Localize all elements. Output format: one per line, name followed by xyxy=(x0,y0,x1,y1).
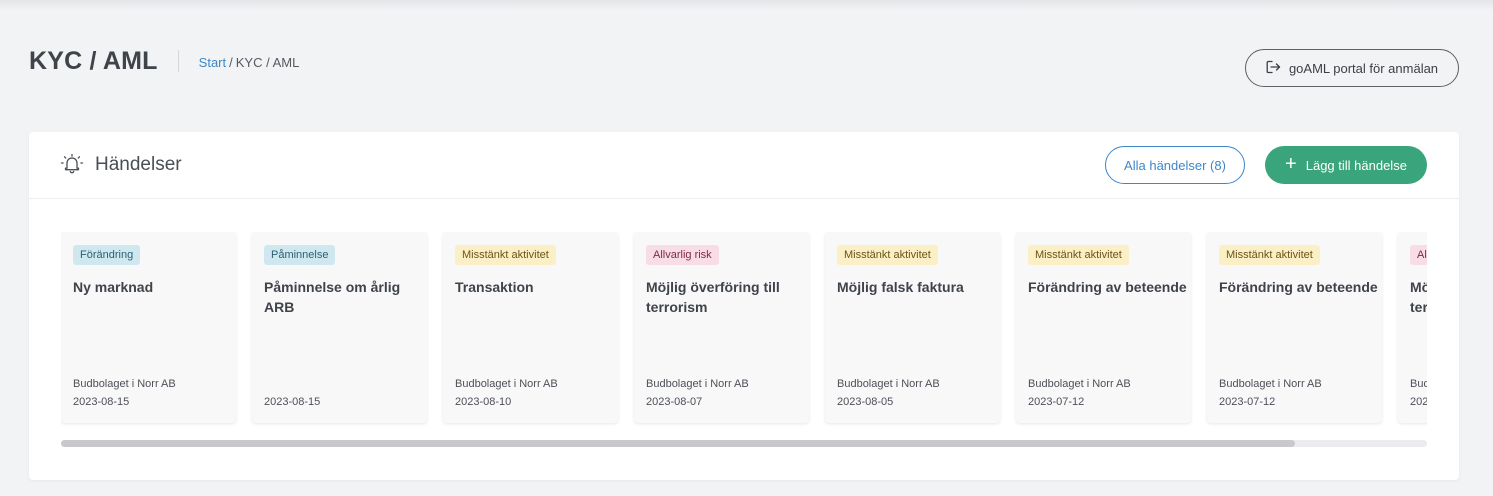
breadcrumb-current: KYC / AML xyxy=(235,54,300,70)
events-panel-header: Händelser Alla händelser (8) + Lägg till… xyxy=(29,132,1459,199)
event-tag: Misstänkt aktivitet xyxy=(455,245,556,265)
logout-arrow-icon xyxy=(1266,60,1281,77)
event-title: Påminnelse om årlig ARB xyxy=(264,279,401,315)
horizontal-scrollbar[interactable] xyxy=(61,440,1427,447)
event-tag: Misstänkt aktivitet xyxy=(1219,245,1320,265)
top-shadow xyxy=(0,0,1493,10)
event-card[interactable]: Misstänkt aktivitet Transaktion Budbolaget… xyxy=(443,232,618,423)
event-company: Budbolaget i Norr AB xyxy=(837,378,940,390)
events-carousel[interactable]: Förändring Ny marknad Budbolaget i Norr AB… xyxy=(61,232,1427,428)
event-tag: Förändring xyxy=(73,245,141,265)
title-divider xyxy=(177,50,179,72)
event-date: 2023-08-07 xyxy=(646,396,703,408)
add-event-label: Lägg till händelse xyxy=(1305,157,1407,173)
event-card[interactable]: Misstänkt aktivitet Förändring av beteend… xyxy=(1016,232,1191,423)
event-company: Budbolaget i Norr AB xyxy=(1219,378,1322,390)
event-tag: Misstänkt aktivitet xyxy=(1028,245,1129,265)
events-panel-title: Händelser xyxy=(95,154,182,175)
event-card[interactable]: Misstänkt aktivitet Möjlig falsk faktura B… xyxy=(825,232,1000,423)
event-tag: Misstänkt aktivitet xyxy=(837,245,938,265)
breadcrumb-link-start[interactable]: Start xyxy=(199,55,226,70)
page-header: KYC / AML Start / KYC / AML xyxy=(29,44,299,78)
event-card[interactable]: Misstänkt aktivitet Förändring av beteend… xyxy=(1207,232,1382,423)
event-title: Möjlig överföring till terrorism xyxy=(1410,279,1427,315)
page-title: KYC / AML xyxy=(29,46,158,75)
event-tag: Allvarlig risk xyxy=(646,245,719,265)
alarm-bell-icon xyxy=(60,153,84,180)
event-card[interactable]: Allvarlig risk Möjlig överföring till ter… xyxy=(1398,232,1427,423)
event-company: Budbolaget i Norr AB xyxy=(455,378,558,390)
all-events-button[interactable]: Alla händelser (8) xyxy=(1105,146,1245,184)
breadcrumb-separator: / xyxy=(229,54,233,70)
event-date: 2023-07-12 xyxy=(1219,396,1276,408)
goaml-portal-button[interactable]: goAML portal för anmälan xyxy=(1245,49,1459,87)
event-date: 2023-07-01 xyxy=(1410,396,1427,408)
event-card[interactable]: Allvarlig risk Möjlig överföring till ter… xyxy=(634,232,809,423)
event-company: Budbolaget i Norr AB xyxy=(1028,378,1131,390)
event-date: 2023-08-15 xyxy=(73,396,130,408)
event-date: 2023-08-05 xyxy=(837,396,894,408)
add-event-button[interactable]: + Lägg till händelse xyxy=(1265,146,1427,184)
event-company: Budbolaget i Norr AB xyxy=(73,378,176,390)
scrollbar-thumb[interactable] xyxy=(61,440,1295,447)
event-date: 2023-08-10 xyxy=(455,396,512,408)
events-panel: Händelser Alla händelser (8) + Lägg till… xyxy=(29,132,1459,480)
event-title: Möjlig falsk faktura xyxy=(837,279,964,295)
event-title: Ny marknad xyxy=(73,279,154,295)
event-company: Budbolaget i Norr AB xyxy=(1410,378,1427,390)
event-company: Budbolaget i Norr AB xyxy=(646,378,749,390)
event-title: Transaktion xyxy=(455,279,534,295)
event-date: 2023-08-15 xyxy=(264,396,321,408)
event-date: 2023-07-12 xyxy=(1028,396,1085,408)
event-title: Förändring av beteende xyxy=(1219,279,1378,295)
event-tag: Påminnelse xyxy=(264,245,336,265)
breadcrumb: Start / KYC / AML xyxy=(199,55,300,70)
event-card[interactable]: Förändring Ny marknad Budbolaget i Norr AB… xyxy=(61,232,236,423)
event-card[interactable]: Påminnelse Påminnelse om årlig ARB 2023-08… xyxy=(252,232,427,423)
goaml-portal-label: goAML portal för anmälan xyxy=(1288,60,1439,76)
plus-icon: + xyxy=(1285,153,1297,175)
event-title: Möjlig överföring till terrorism xyxy=(646,279,780,315)
event-title: Förändring av beteende xyxy=(1028,279,1187,295)
event-tag: Allvarlig risk xyxy=(1410,245,1427,265)
